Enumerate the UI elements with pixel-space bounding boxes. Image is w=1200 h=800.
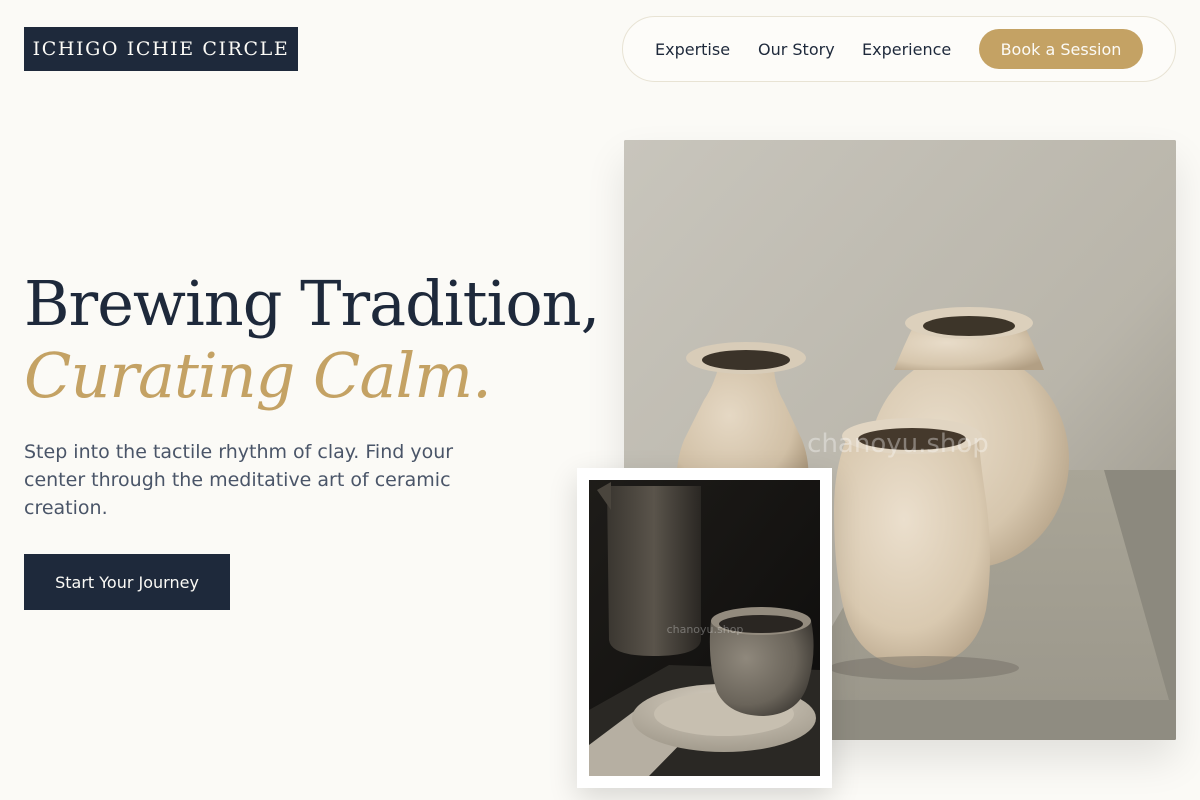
inset-photo-watermark: chanoyu.shop [667,623,744,636]
ceramic-cup-plate-photo: chanoyu.shop [589,480,820,776]
book-session-button[interactable]: Book a Session [979,29,1143,69]
landing-page: ICHIGO ICHIE CIRCLE Expertise Our Story … [0,0,1200,800]
hero-subtext: Step into the tactile rhythm of clay. Fi… [24,441,454,519]
headline-line-1: Brewing Tradition, [24,267,600,340]
headline-line-2: Curating Calm. [24,339,492,412]
inset-photo-frame: chanoyu.shop [577,468,832,788]
start-journey-button[interactable]: Start Your Journey [24,554,230,610]
nav-link-our-story[interactable]: Our Story [758,17,835,81]
hero-headline: Brewing Tradition, Curating Calm. [24,267,600,412]
nav-link-experience[interactable]: Experience [862,17,951,81]
brand-logo[interactable]: ICHIGO ICHIE CIRCLE [24,27,298,71]
main-nav: Expertise Our Story Experience Book a Se… [622,16,1176,82]
nav-link-expertise[interactable]: Expertise [655,17,730,81]
main-photo-watermark: chanoyu.shop [807,429,989,459]
